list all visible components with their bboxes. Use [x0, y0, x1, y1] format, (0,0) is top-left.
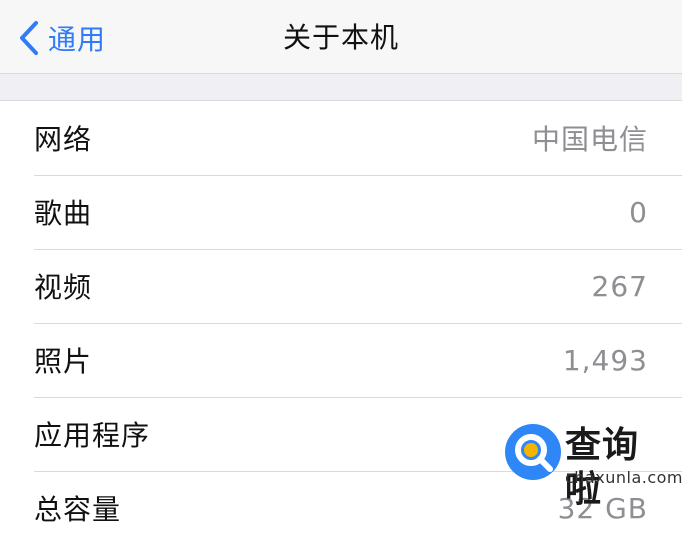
row-songs: 歌曲 0 [0, 175, 682, 249]
page-title: 关于本机 [282, 21, 399, 54]
row-label: 照片 [34, 345, 93, 378]
row-value: 0 [629, 195, 648, 229]
watermark-logo: 查询啦 chaxunla.com [505, 424, 682, 510]
section-gap [0, 74, 682, 100]
row-label: 歌曲 [34, 197, 93, 230]
watermark-subtext: chaxunla.com [565, 468, 682, 487]
row-label: 视频 [34, 271, 93, 304]
row-photos: 照片 1,493 [0, 323, 682, 397]
search-icon [505, 424, 561, 480]
row-label: 应用程序 [34, 419, 151, 452]
row-value: 267 [591, 269, 648, 303]
row-value: 中国电信 [531, 123, 648, 156]
row-value: 1,493 [562, 343, 648, 377]
row-label: 网络 [34, 123, 93, 156]
navigation-bar: 通用 关于本机 [0, 0, 682, 74]
row-network: 网络 中国电信 [0, 101, 682, 175]
row-label: 总容量 [34, 493, 122, 526]
row-videos: 视频 267 [0, 249, 682, 323]
